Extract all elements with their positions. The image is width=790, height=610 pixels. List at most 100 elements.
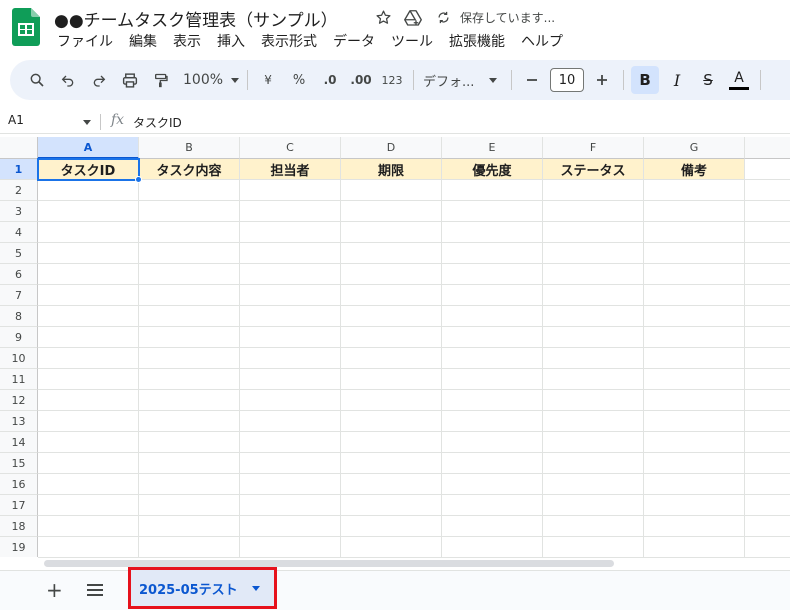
cell[interactable]	[240, 516, 341, 537]
cell[interactable]	[139, 453, 240, 474]
row-header[interactable]: 11	[0, 369, 38, 390]
cell[interactable]	[341, 516, 442, 537]
cell[interactable]	[442, 243, 543, 264]
cell[interactable]	[38, 495, 139, 516]
cell[interactable]	[240, 243, 341, 264]
cell[interactable]	[240, 537, 341, 557]
cell[interactable]	[745, 537, 790, 557]
strikethrough-button[interactable]: S	[695, 66, 721, 94]
italic-button[interactable]: I	[664, 66, 690, 94]
row-header[interactable]: 17	[0, 495, 38, 516]
column-header-b[interactable]: B	[139, 137, 240, 159]
cell[interactable]	[139, 264, 240, 285]
cell[interactable]	[745, 495, 790, 516]
spreadsheet-grid[interactable]: A B C D E F G 1 タスクID タスク内容 担当者 期限 優先度 ステータス 備考 2 3 4 5 6 7 8…	[0, 137, 790, 557]
star-icon[interactable]	[374, 8, 392, 26]
cell[interactable]	[139, 201, 240, 222]
cell[interactable]	[341, 390, 442, 411]
column-header-a[interactable]: A	[38, 137, 139, 159]
sheets-logo-icon[interactable]	[12, 8, 40, 46]
column-header-e[interactable]: E	[442, 137, 543, 159]
currency-format-button[interactable]: ¥	[255, 66, 281, 94]
cell[interactable]	[341, 243, 442, 264]
header-cell[interactable]: 優先度	[442, 159, 543, 180]
cell[interactable]	[442, 264, 543, 285]
font-size-input[interactable]: 10	[550, 68, 585, 92]
search-icon[interactable]	[24, 66, 50, 94]
cell[interactable]	[38, 411, 139, 432]
cell[interactable]	[341, 327, 442, 348]
cell[interactable]	[341, 495, 442, 516]
row-header[interactable]: 9	[0, 327, 38, 348]
cell[interactable]	[240, 264, 341, 285]
row-header[interactable]: 13	[0, 411, 38, 432]
cell[interactable]	[341, 453, 442, 474]
undo-icon[interactable]	[55, 66, 81, 94]
add-sheet-button[interactable]: +	[46, 580, 63, 600]
cell[interactable]	[543, 432, 644, 453]
cell[interactable]	[240, 285, 341, 306]
drive-move-icon[interactable]	[404, 8, 422, 26]
cell[interactable]	[442, 180, 543, 201]
cell[interactable]	[745, 516, 790, 537]
cell[interactable]	[38, 327, 139, 348]
cell[interactable]	[543, 243, 644, 264]
row-header[interactable]: 5	[0, 243, 38, 264]
cell[interactable]	[38, 369, 139, 390]
cell[interactable]	[745, 159, 790, 180]
cell[interactable]	[442, 285, 543, 306]
cell[interactable]	[38, 537, 139, 557]
cell[interactable]	[442, 516, 543, 537]
cell[interactable]	[240, 453, 341, 474]
cell[interactable]	[240, 306, 341, 327]
column-header-g[interactable]: G	[644, 137, 745, 159]
menu-item[interactable]: 挿入	[209, 33, 253, 51]
header-cell[interactable]: 期限	[341, 159, 442, 180]
increase-decimal-button[interactable]: .00	[348, 66, 374, 94]
sheet-tab-active[interactable]: 2025-05テスト	[128, 567, 277, 609]
cell[interactable]	[745, 432, 790, 453]
row-header[interactable]: 1	[0, 159, 38, 180]
cell[interactable]	[644, 495, 745, 516]
cell[interactable]	[543, 201, 644, 222]
cell[interactable]	[341, 411, 442, 432]
menu-item[interactable]: ファイル	[49, 33, 121, 51]
row-header[interactable]: 8	[0, 306, 38, 327]
name-box[interactable]: A1	[8, 113, 24, 127]
cell[interactable]	[644, 285, 745, 306]
fill-handle[interactable]	[135, 176, 142, 183]
cell[interactable]	[442, 474, 543, 495]
header-cell[interactable]: ステータス	[543, 159, 644, 180]
cell[interactable]	[543, 327, 644, 348]
row-header[interactable]: 6	[0, 264, 38, 285]
cell[interactable]	[543, 306, 644, 327]
decrease-font-size-icon[interactable]	[519, 66, 545, 94]
cell[interactable]	[341, 369, 442, 390]
cell[interactable]	[543, 348, 644, 369]
cell[interactable]	[442, 432, 543, 453]
cell[interactable]	[139, 327, 240, 348]
cell[interactable]	[442, 306, 543, 327]
cell[interactable]	[341, 306, 442, 327]
cell[interactable]	[341, 474, 442, 495]
menu-item[interactable]: ヘルプ	[513, 33, 571, 51]
number-format-button[interactable]: 123	[379, 66, 405, 94]
header-cell[interactable]: 担当者	[240, 159, 341, 180]
column-header-c[interactable]: C	[240, 137, 341, 159]
cell[interactable]	[442, 495, 543, 516]
cell[interactable]	[240, 201, 341, 222]
cell[interactable]	[543, 411, 644, 432]
cell[interactable]	[644, 306, 745, 327]
cell[interactable]	[240, 474, 341, 495]
document-title[interactable]: ●●チームタスク管理表（サンプル）	[54, 6, 338, 31]
row-header[interactable]: 19	[0, 537, 38, 557]
column-header-h[interactable]	[745, 137, 790, 159]
cell[interactable]	[139, 537, 240, 557]
cell[interactable]	[341, 285, 442, 306]
cell[interactable]	[745, 327, 790, 348]
cell[interactable]	[38, 390, 139, 411]
cell[interactable]	[745, 306, 790, 327]
cell[interactable]	[644, 264, 745, 285]
cell[interactable]	[442, 369, 543, 390]
cell[interactable]	[240, 348, 341, 369]
